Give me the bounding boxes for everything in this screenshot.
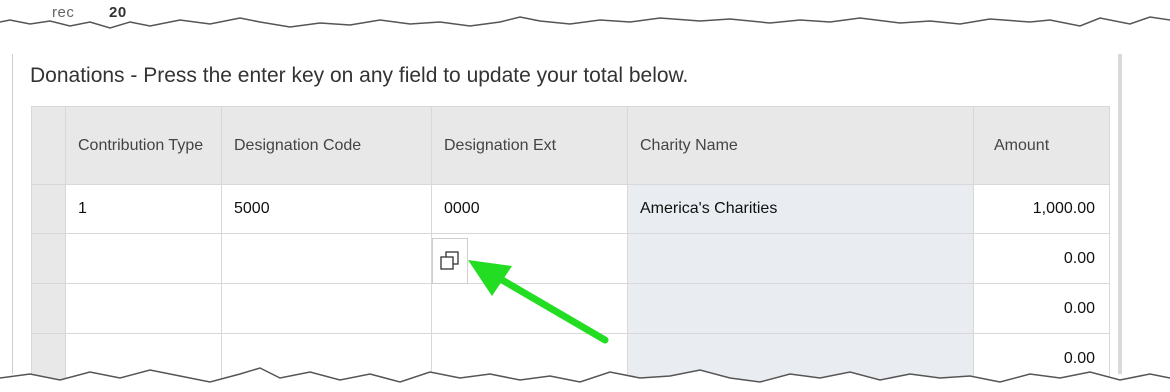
- contribution-type-cell[interactable]: 1: [65, 184, 222, 234]
- section-title: Donations - Press the enter key on any f…: [30, 64, 689, 87]
- column-header-amount[interactable]: Amount: [973, 106, 1110, 185]
- amount-cell[interactable]: 1,000.00: [973, 184, 1110, 234]
- column-header-designation-ext[interactable]: Designation Ext: [431, 106, 628, 185]
- amount-cell[interactable]: 0.00: [973, 233, 1110, 284]
- charity-name-cell: [627, 233, 974, 284]
- column-header-designation-code[interactable]: Designation Code: [221, 106, 432, 185]
- green-arrow-icon: [468, 260, 609, 344]
- table-header-row: Contribution Type Designation Code Desig…: [31, 106, 1110, 185]
- header-fragment: rec 20: [12, 4, 127, 21]
- row-selector-header: [31, 106, 66, 185]
- row-selector[interactable]: [31, 184, 66, 234]
- column-header-contribution-type[interactable]: Contribution Type: [65, 106, 222, 185]
- designation-ext-cell[interactable]: 0000: [431, 184, 628, 234]
- torn-edge-bottom: [0, 367, 1170, 392]
- designation-code-cell[interactable]: [221, 233, 432, 284]
- header-fragment-year: 20: [109, 4, 127, 21]
- designation-code-cell[interactable]: [221, 283, 432, 334]
- header-fragment-left: rec: [52, 4, 75, 21]
- charity-name-cell: [627, 283, 974, 334]
- designation-code-cell[interactable]: 5000: [221, 184, 432, 234]
- amount-cell[interactable]: 0.00: [973, 283, 1110, 334]
- contribution-type-cell[interactable]: [65, 283, 222, 334]
- charity-name-cell: America's Charities: [627, 184, 974, 234]
- row-selector[interactable]: [31, 283, 66, 334]
- contribution-type-cell[interactable]: [65, 233, 222, 284]
- row-selector[interactable]: [31, 233, 66, 284]
- column-header-charity-name[interactable]: Charity Name: [627, 106, 974, 185]
- torn-edge-top: [0, 0, 1170, 29]
- table-row: 1 5000 0000 America's Charities 1,000.00: [31, 184, 1110, 234]
